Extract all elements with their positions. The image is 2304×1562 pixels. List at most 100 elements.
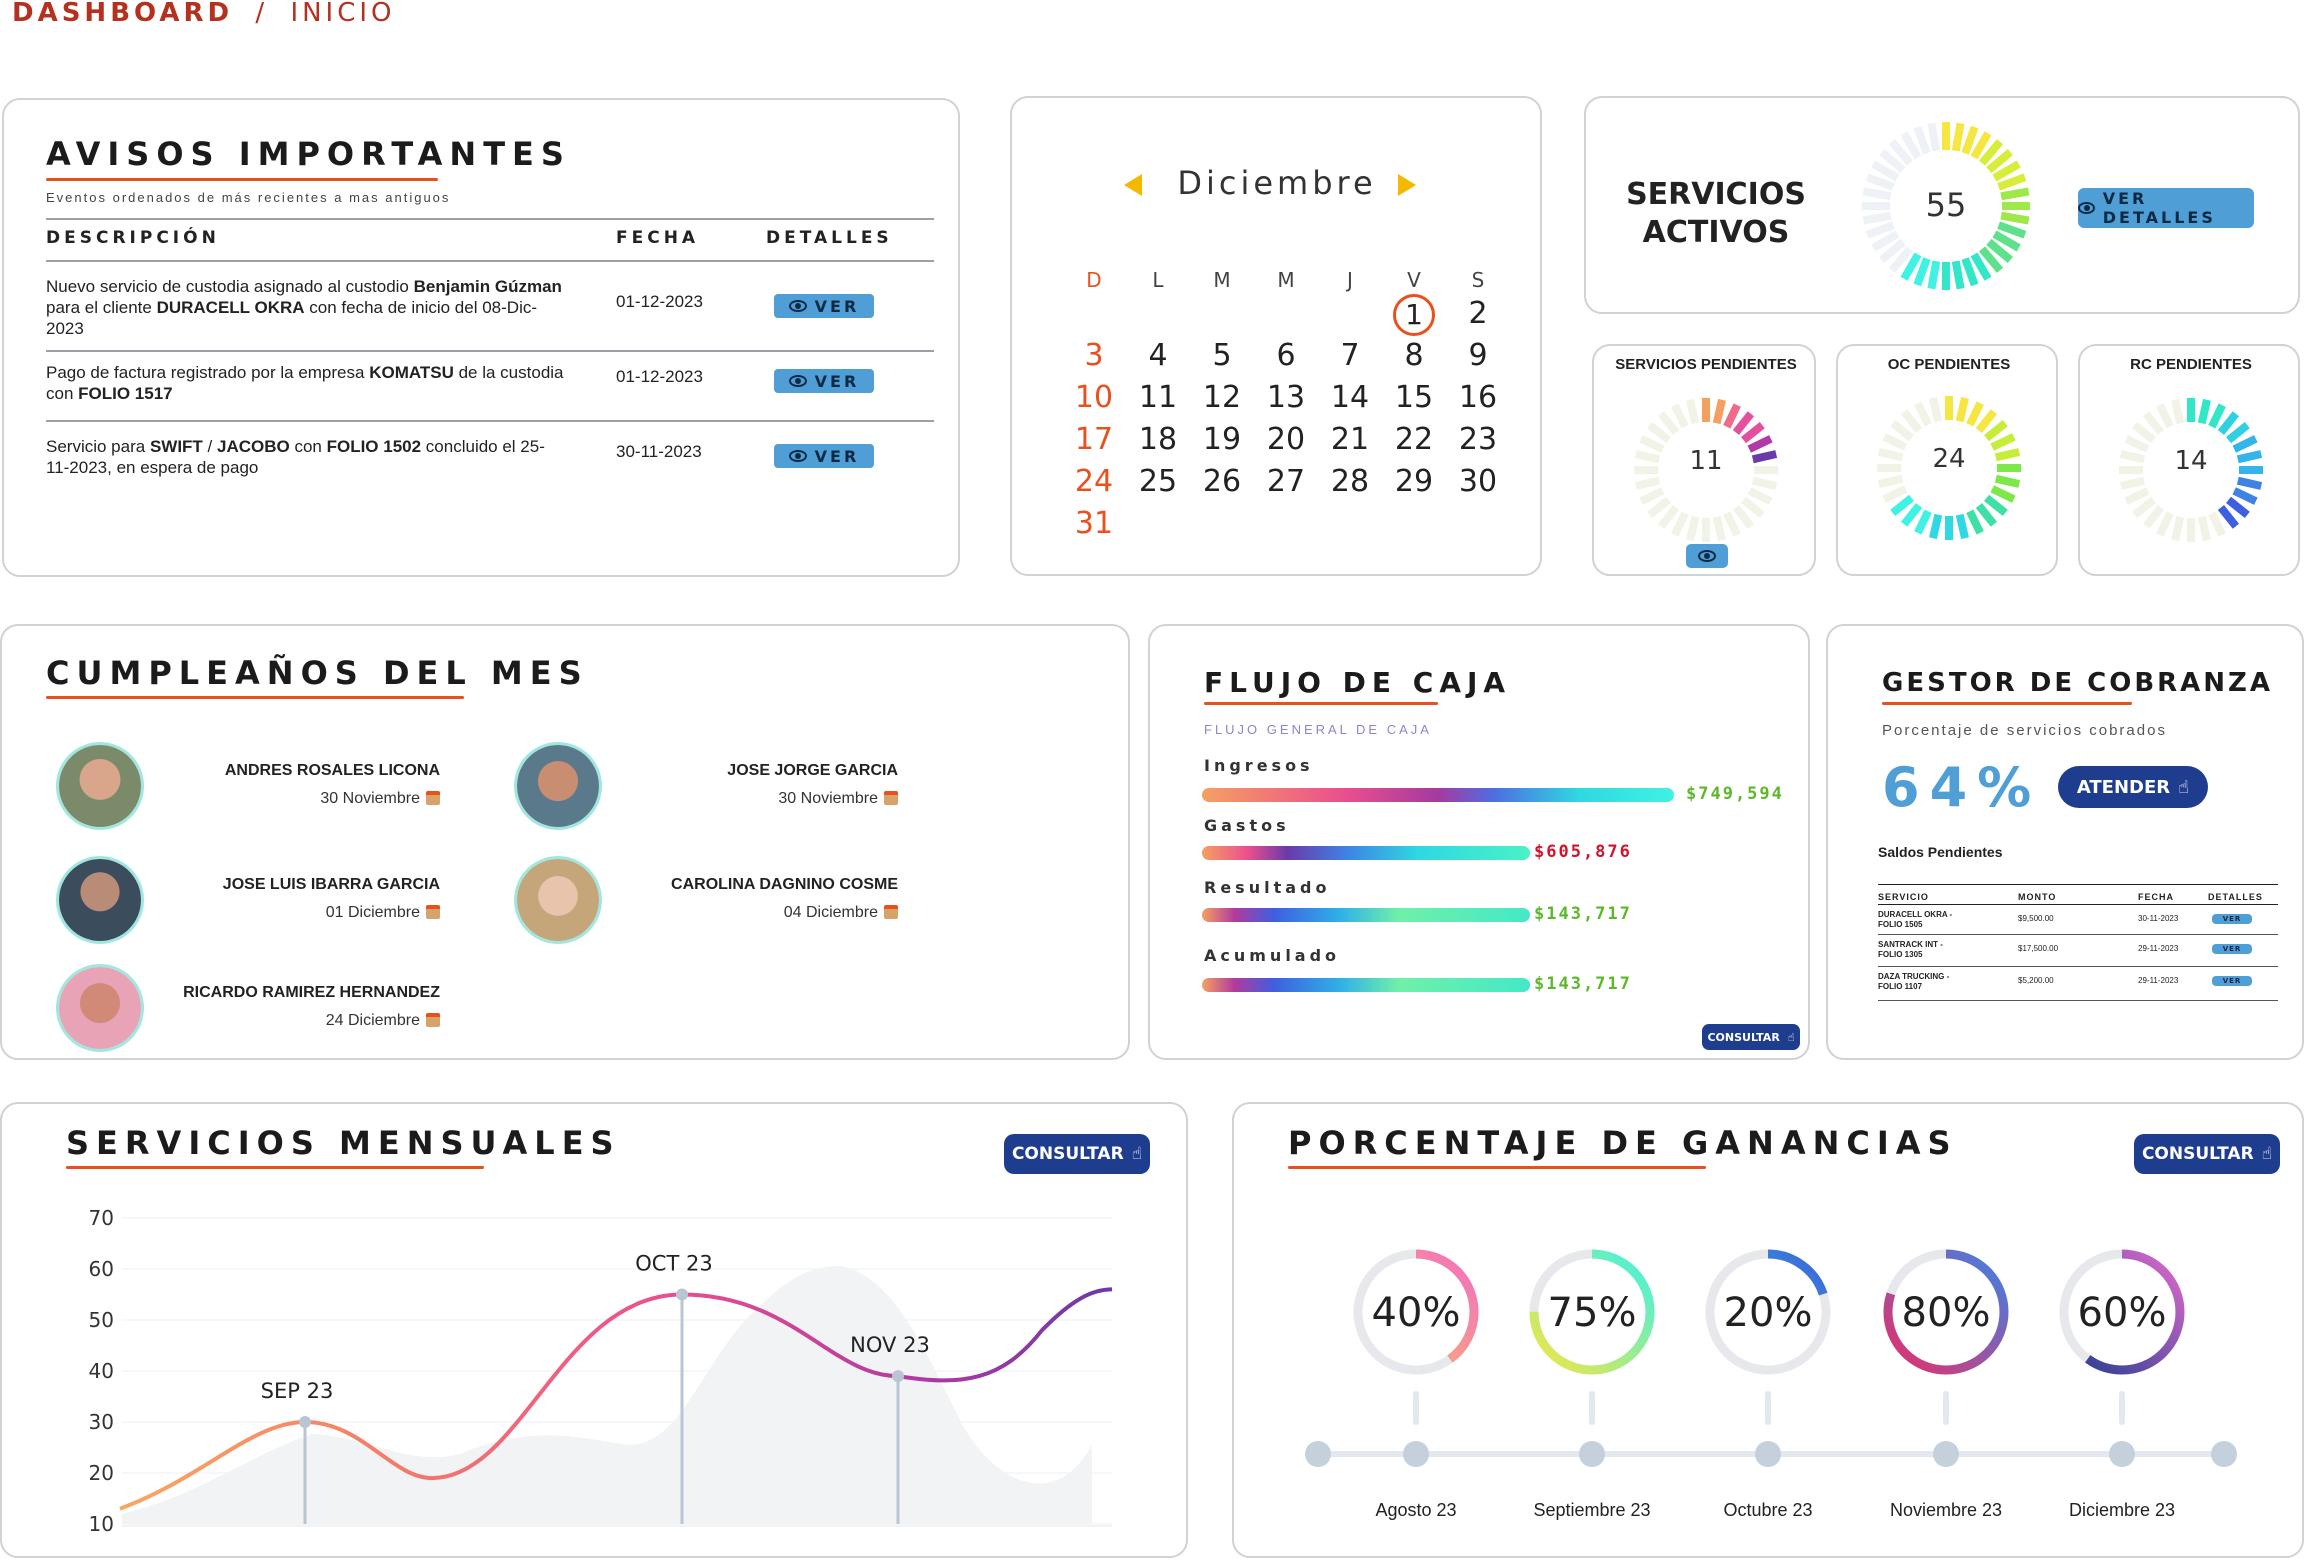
- birthday-name-5: RICARDO RAMIREZ HERNANDEZ: [183, 984, 440, 1001]
- gauge-segment: [1732, 411, 1755, 435]
- y-tick-label: 20: [89, 1461, 114, 1485]
- gauge-segment: [2217, 505, 2240, 529]
- gauge-segment: [2156, 403, 2174, 429]
- servicios-pendientes-view-button[interactable]: [1686, 544, 1728, 568]
- birthday-date-3: 01 Diciembre: [120, 904, 440, 922]
- calendar-day[interactable]: 5: [1192, 338, 1252, 373]
- avatar: [56, 856, 144, 944]
- calendar-day[interactable]: 30: [1448, 464, 1508, 499]
- calendar-day[interactable]: 2: [1448, 296, 1508, 331]
- birthday-date-4: 04 Diciembre: [578, 904, 898, 922]
- calendar-day[interactable]: 28: [1320, 464, 1380, 499]
- calendar-day[interactable]: 20: [1256, 422, 1316, 457]
- gauge-segment: [2208, 403, 2226, 429]
- calendar-day[interactable]: 3: [1064, 338, 1124, 373]
- cake-icon: [426, 791, 440, 805]
- gauge-segment: [1865, 221, 1895, 239]
- calendar-day[interactable]: 17: [1064, 422, 1124, 457]
- avisos-row-3-date: 30-11-2023: [616, 442, 702, 461]
- oc-pendientes-title: OC PENDIENTES: [1887, 356, 2011, 373]
- calendar-today[interactable]: 1: [1393, 294, 1435, 336]
- atender-button[interactable]: ATENDER ☝: [2058, 766, 2208, 808]
- gauge-segment: [1961, 125, 1979, 155]
- cumpleanos-title: CUMPLEAÑOS DEL MES: [46, 654, 589, 692]
- saldos-row-1-sep: [1878, 934, 2278, 935]
- gauge-segment: [2217, 411, 2240, 435]
- avisos-row-3-description: Servicio para SWIFT / JACOBO con FOLIO 1…: [46, 437, 545, 477]
- gauge-segment: [1890, 494, 1914, 517]
- calendar-day[interactable]: 14: [1320, 380, 1380, 415]
- ganancias-card: PORCENTAJE DE GANANCIAS CONSULTAR ☝ 40% 75…: [1232, 1102, 2304, 1558]
- flujo-bar-gastos: [1202, 846, 1530, 860]
- avisos-row-2-sep: [46, 420, 934, 422]
- calendar-weekday: M: [1277, 268, 1295, 292]
- gauge-segment: [1647, 496, 1671, 519]
- dashboard-page: DASHBOARD / INICIO AVISOS IMPORTANTES Ev…: [0, 0, 2304, 1562]
- calendar-day[interactable]: 4: [1128, 338, 1188, 373]
- saldos-row-3-ver-button[interactable]: VER: [2212, 976, 2252, 986]
- calendar-day[interactable]: 25: [1128, 464, 1188, 499]
- calendar-day[interactable]: 16: [1448, 380, 1508, 415]
- avisos-row-2-description: Pago de factura registrado por la empres…: [46, 363, 564, 403]
- birthday-name-4: CAROLINA DAGNINO COSME: [671, 876, 898, 893]
- calendar-day[interactable]: 18: [1128, 422, 1188, 457]
- calendar-day[interactable]: 22: [1384, 422, 1444, 457]
- servicios-activos-value: 55: [1925, 186, 1967, 224]
- gauge-segment: [1634, 476, 1661, 490]
- calendar-day[interactable]: 9: [1448, 338, 1508, 373]
- avisos-row-3-ver-button[interactable]: VER: [774, 444, 874, 468]
- saldos-header-bottom: [1878, 904, 2278, 905]
- gauge-segment: [1955, 513, 1969, 540]
- avatar: [56, 964, 144, 1052]
- calendar-day[interactable]: 7: [1320, 338, 1380, 373]
- timeline-month-label: Agosto 23: [1375, 1500, 1457, 1520]
- avisos-header-bottom: [46, 260, 934, 262]
- eye-icon: [788, 300, 807, 312]
- calendar-day[interactable]: 12: [1192, 380, 1252, 415]
- calendar-day[interactable]: 27: [1256, 464, 1316, 499]
- gauge-segment: [2119, 476, 2146, 490]
- calendar-day[interactable]: 11: [1128, 380, 1188, 415]
- calendar-day[interactable]: 19: [1192, 422, 1252, 457]
- calendar-day[interactable]: 24: [1064, 464, 1124, 499]
- calendar-day[interactable]: 13: [1256, 380, 1316, 415]
- calendar-day[interactable]: 15: [1384, 380, 1444, 415]
- oc-pendientes-value: 24: [1932, 444, 1966, 474]
- breadcrumb-section[interactable]: DASHBOARD: [12, 0, 233, 28]
- calendar-day[interactable]: 6: [1256, 338, 1316, 373]
- flujo-consultar-button[interactable]: CONSULTAR ☝: [1702, 1024, 1800, 1050]
- cobranza-subtitle: Porcentaje de servicios cobrados: [1882, 722, 2167, 739]
- calendar-weekday: L: [1152, 268, 1164, 292]
- calendar-day[interactable]: 21: [1320, 422, 1380, 457]
- ver-detalles-button[interactable]: VER DETALLES: [2078, 188, 2254, 228]
- flujo-card: FLUJO DE CAJA FLUJO GENERAL DE CAJA Ingr…: [1148, 624, 1810, 1060]
- gauge-segment: [1686, 398, 1700, 425]
- servicios-pendientes-title: SERVICIOS PENDIENTES: [1615, 356, 1797, 373]
- flujo-label-resultado: Resultado: [1204, 878, 1331, 897]
- calendar-grid: D L M M J V S 1 2 3 4 5 6 7 8 9 10 11 12 13 14 15 16 17 18 19 20 21…: [1012, 98, 1544, 578]
- gauge-segment: [2226, 496, 2250, 519]
- cake-icon: [426, 1013, 440, 1027]
- saldos-row-2-monto: $17,500.00: [2018, 944, 2059, 953]
- gauge-segment: [1994, 474, 2021, 488]
- calendar-day[interactable]: 31: [1064, 506, 1124, 541]
- gauge-segment: [1975, 409, 1998, 433]
- servicios-mensuales-chart: 70 60 50 40 30 20 10 SEP 23 OCT 23 NOV 23: [89, 1206, 1113, 1536]
- avisos-header-detalles: DETALLES: [766, 228, 893, 248]
- birthday-name-2: JOSE JORGE GARCIA: [727, 762, 898, 779]
- rc-pendientes-value: 14: [2174, 446, 2208, 476]
- calendar-day[interactable]: 8: [1384, 338, 1444, 373]
- avisos-row-1-ver-button[interactable]: VER: [774, 294, 874, 318]
- calendar-day[interactable]: 26: [1192, 464, 1252, 499]
- saldos-row-3-fecha: 29-11-2023: [2138, 976, 2179, 985]
- flujo-amount-acumulado: $143,717: [1534, 974, 1632, 994]
- calendar-day[interactable]: 23: [1448, 422, 1508, 457]
- saldos-row-1-ver-button[interactable]: VER: [2212, 914, 2252, 924]
- data-point: [676, 1288, 688, 1301]
- avisos-row-2-ver-button[interactable]: VER: [774, 369, 874, 393]
- gauge-segment: [1927, 260, 1941, 290]
- flujo-title: FLUJO DE CAJA: [1204, 666, 1512, 699]
- calendar-day[interactable]: 29: [1384, 464, 1444, 499]
- saldos-row-2-ver-button[interactable]: VER: [2212, 944, 2252, 954]
- calendar-day[interactable]: 10: [1064, 380, 1124, 415]
